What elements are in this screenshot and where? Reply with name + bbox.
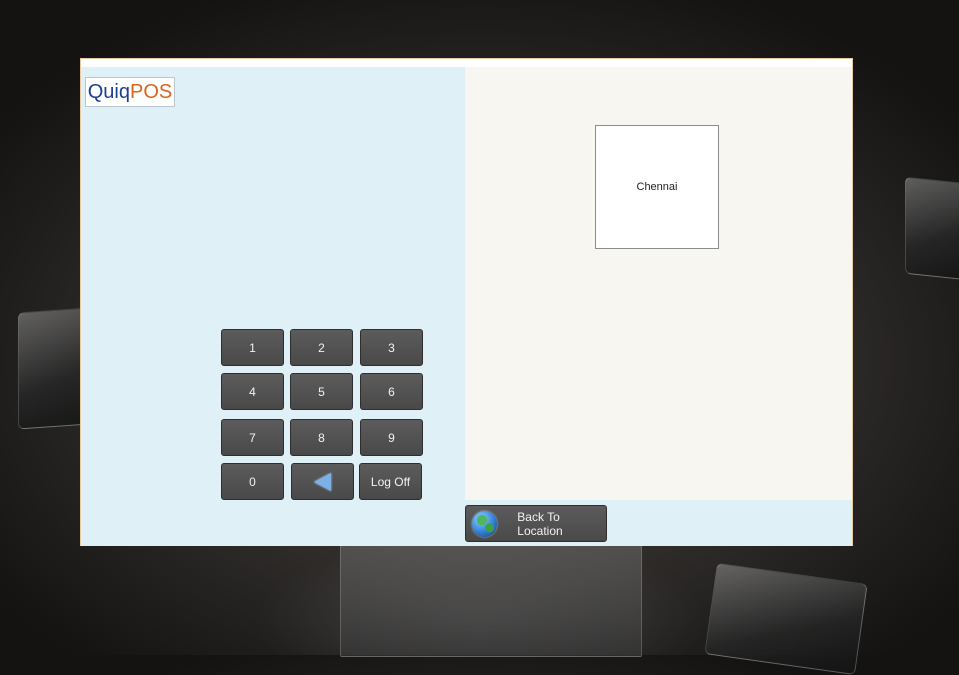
back-to-location-label: Back To Location — [517, 509, 563, 538]
key-4[interactable]: 4 — [221, 373, 284, 410]
key-7[interactable]: 7 — [221, 419, 284, 456]
quiqpos-logo: QuiqPOS — [85, 77, 175, 107]
keypad-panel: QuiqPOS 1 2 3 4 5 6 7 8 9 0 Log Off — [81, 67, 465, 546]
logo-text-part2: POS — [130, 81, 173, 103]
key-8[interactable]: 8 — [290, 419, 353, 456]
location-tile-chennai[interactable]: Chennai — [595, 125, 719, 249]
login-window: QuiqPOS 1 2 3 4 5 6 7 8 9 0 Log Off Chen… — [80, 58, 853, 546]
backspace-button[interactable] — [291, 463, 354, 500]
location-panel: Chennai — [465, 67, 852, 500]
key-1[interactable]: 1 — [221, 329, 284, 366]
key-6[interactable]: 6 — [360, 373, 423, 410]
key-5[interactable]: 5 — [290, 373, 353, 410]
key-2[interactable]: 2 — [290, 329, 353, 366]
key-3[interactable]: 3 — [360, 329, 423, 366]
background-cube-bottom — [704, 562, 868, 675]
footer-bar: Back To Location — [465, 500, 852, 546]
back-arrow-icon — [314, 472, 331, 491]
pin-keypad: 1 2 3 4 5 6 7 8 9 0 Log Off — [221, 329, 426, 503]
background-cube-center — [340, 545, 642, 657]
key-0[interactable]: 0 — [221, 463, 284, 500]
key-9[interactable]: 9 — [360, 419, 423, 456]
logo-text-part1: Quiq — [87, 81, 130, 103]
log-off-button[interactable]: Log Off — [359, 463, 422, 500]
back-to-location-button[interactable]: Back To Location — [465, 505, 607, 542]
globe-icon — [472, 510, 498, 537]
background-cube-right — [905, 176, 959, 281]
